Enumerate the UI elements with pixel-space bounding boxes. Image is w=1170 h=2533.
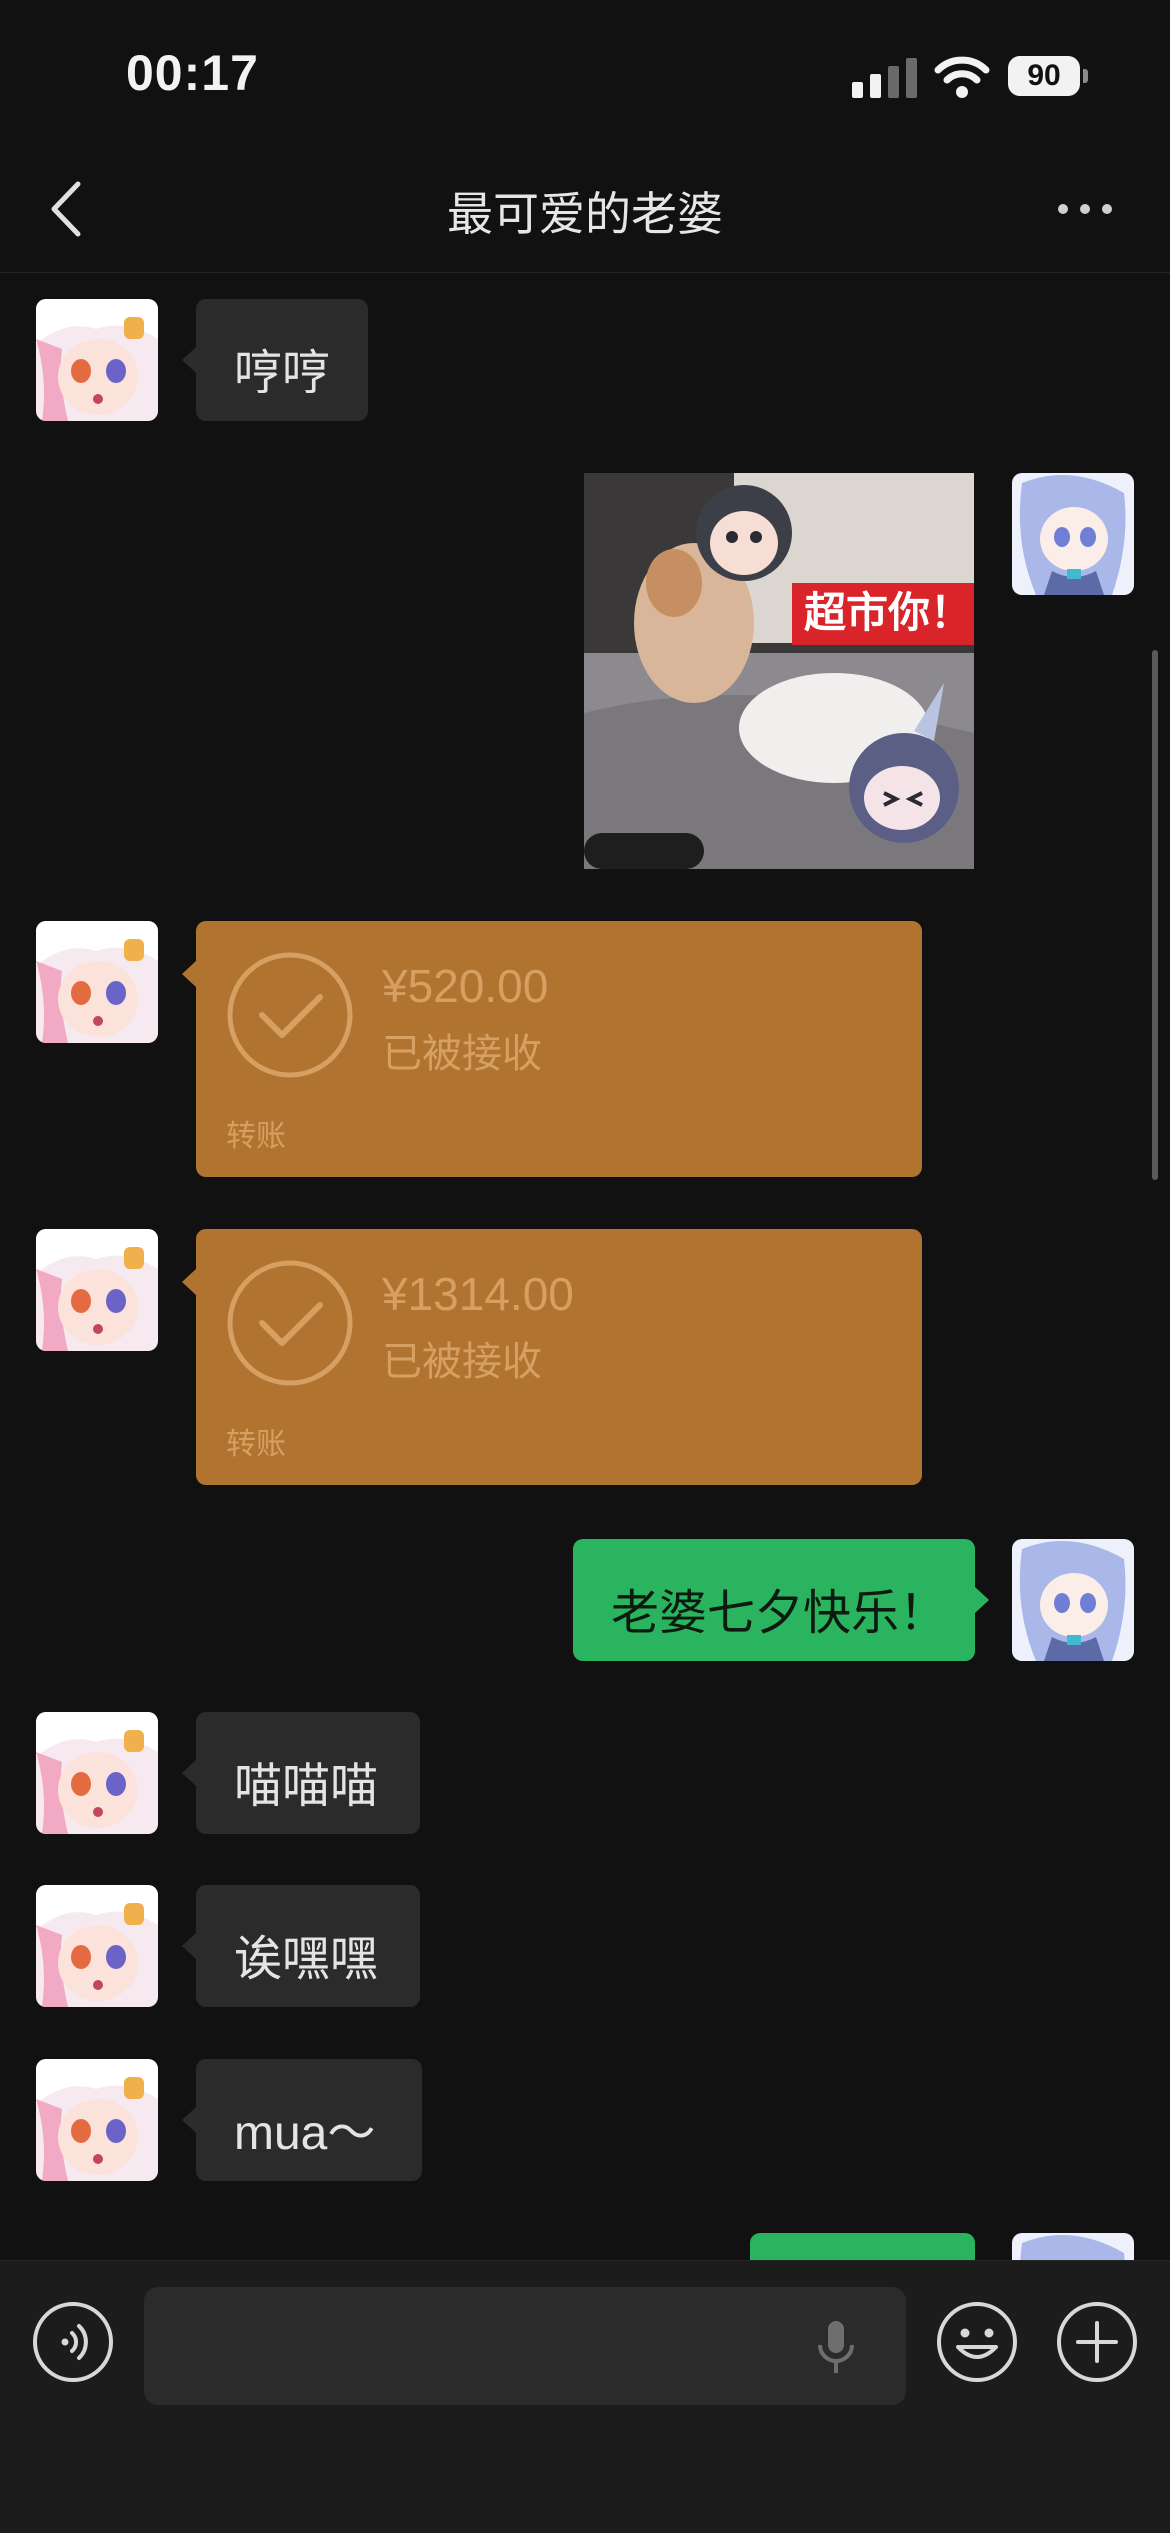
message-list[interactable]: 哼哼 超市你！ ¥520.00 已被接收 转账 ¥1314.00 已被接收 转账… [0, 273, 1170, 2260]
transfer-card[interactable]: ¥1314.00 已被接收 转账 [182, 1229, 922, 1485]
transfer-amount: ¥1314.00 [382, 1268, 574, 1320]
status-bar: 00:17 90 [0, 0, 1170, 150]
transfer-card[interactable]: ¥520.00 已被接收 转账 [182, 921, 922, 1177]
message-bubble-outgoing[interactable] [750, 2233, 975, 2260]
message-bubble[interactable]: 喵喵喵 [182, 1712, 420, 1834]
chevron-left-icon[interactable] [38, 176, 98, 242]
message-bubble-outgoing[interactable]: 老婆七夕快乐！ [573, 1539, 989, 1661]
battery-level: 90 [1027, 59, 1061, 92]
check-circle-icon [227, 1260, 353, 1386]
transfer-status: 已被接收 [382, 1339, 542, 1385]
more-dots-icon[interactable] [1050, 186, 1120, 232]
avatar-contact[interactable] [36, 1885, 158, 2007]
plus-icon[interactable] [1056, 2301, 1138, 2383]
transfer-label: 转账 [226, 1427, 286, 1462]
battery-indicator: 90 [1008, 56, 1088, 96]
wifi-icon [934, 56, 990, 98]
message-text: 哼哼 [234, 345, 331, 401]
message-bubble[interactable]: 诶嘿嘿 [182, 1885, 420, 2007]
avatar-self[interactable] [1012, 473, 1134, 595]
cellular-signal-icon [852, 58, 917, 98]
emoji-icon[interactable] [936, 2301, 1018, 2383]
transfer-label: 转账 [226, 1119, 286, 1154]
scrollbar[interactable] [1152, 650, 1158, 1180]
voice-icon[interactable] [32, 2301, 114, 2383]
check-circle-icon [227, 952, 353, 1078]
chat-title: 最可爱的老婆 [447, 187, 723, 241]
avatar-contact[interactable] [36, 1229, 158, 1351]
avatar-contact[interactable] [36, 1712, 158, 1834]
sticker-image[interactable]: 超市你！ [584, 473, 974, 869]
avatar-self[interactable] [1012, 1539, 1134, 1661]
message-text: 老婆七夕快乐！ [611, 1585, 948, 1641]
chat-header: 最可爱的老婆 [0, 150, 1170, 273]
avatar-contact[interactable] [36, 921, 158, 1043]
message-bubble[interactable]: mua～ [182, 2059, 422, 2181]
input-bar [0, 2260, 1170, 2533]
transfer-status: 已被接收 [382, 1031, 542, 1077]
transfer-amount: ¥520.00 [382, 960, 549, 1012]
avatar-self[interactable] [1012, 2233, 1134, 2260]
message-text: mua～ [234, 2107, 376, 2160]
avatar-contact[interactable] [36, 299, 158, 421]
message-text: 喵喵喵 [234, 1758, 379, 1814]
avatar-contact[interactable] [36, 2059, 158, 2181]
message-text: 诶嘿嘿 [234, 1931, 379, 1987]
sticker-text: 超市你！ [804, 588, 972, 637]
mic-icon[interactable] [816, 2319, 856, 2375]
status-time: 00:17 [126, 45, 259, 101]
message-bubble[interactable]: 哼哼 [182, 299, 368, 421]
message-input[interactable] [144, 2287, 906, 2405]
